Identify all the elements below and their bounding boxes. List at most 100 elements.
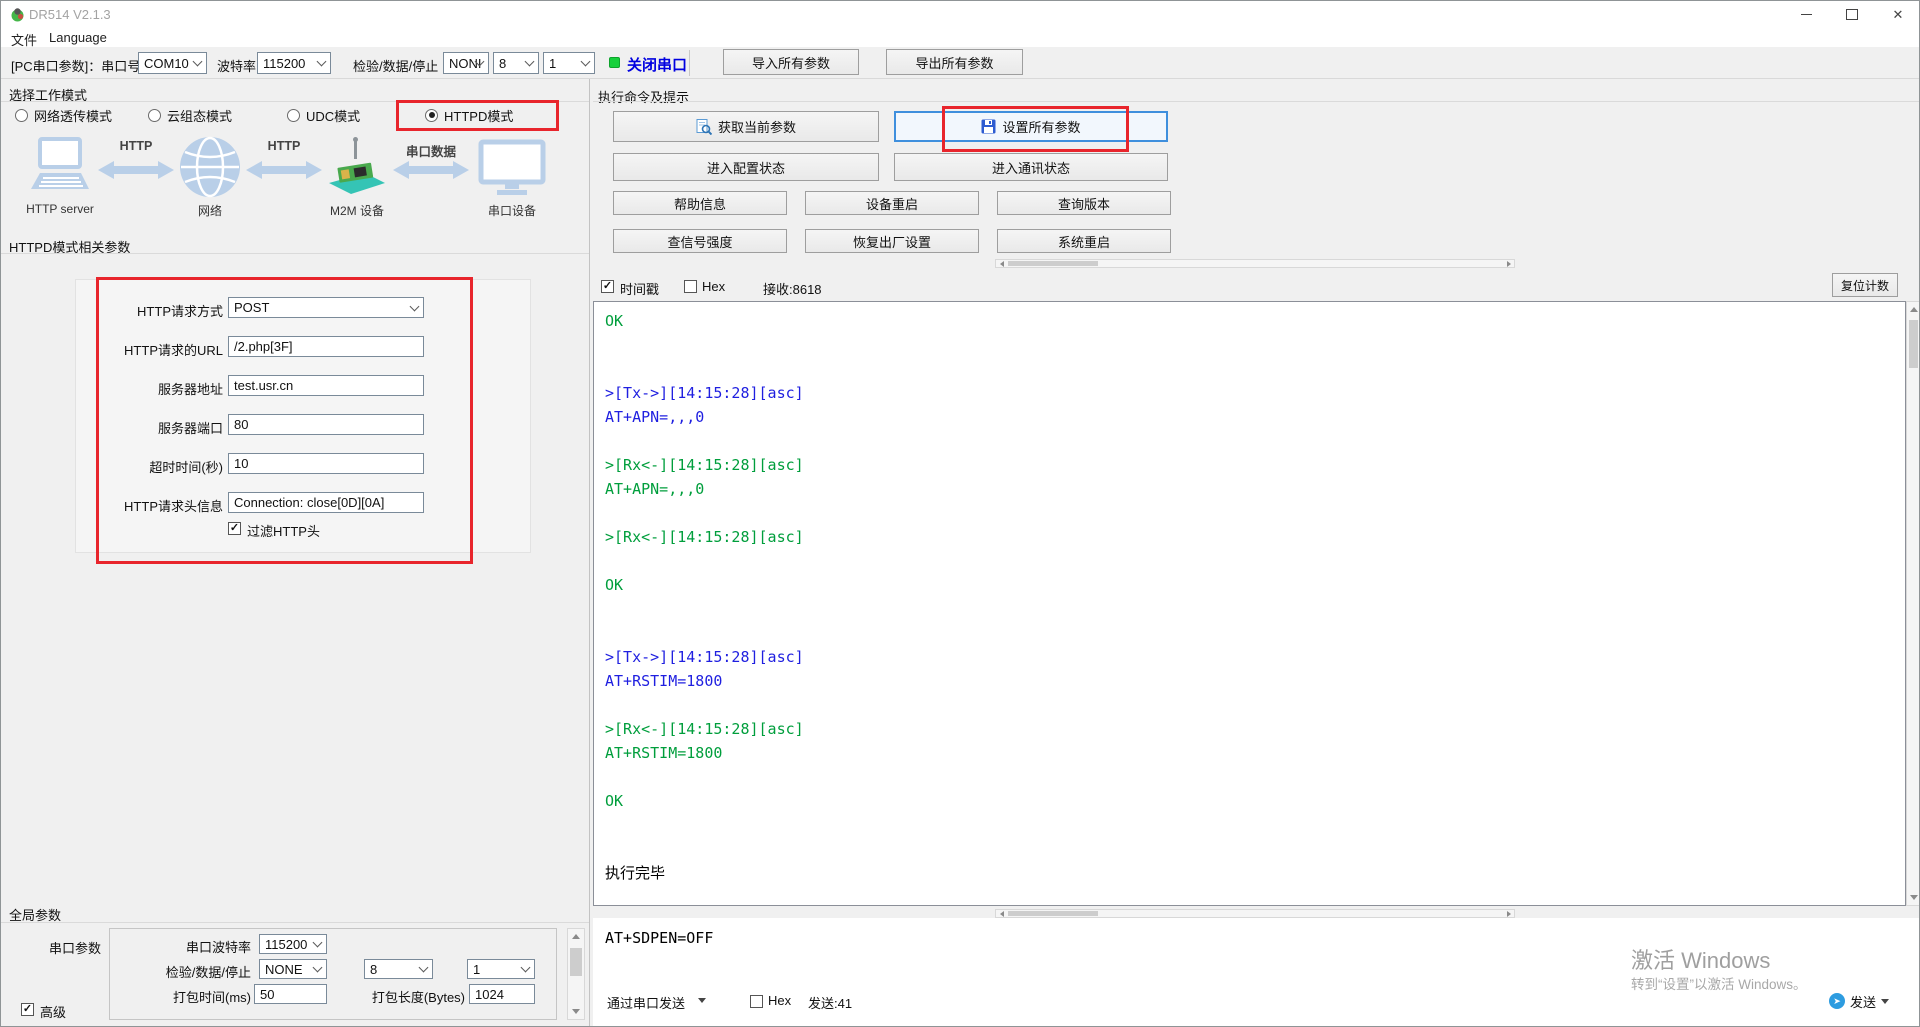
server-port-input[interactable]: 80 — [228, 414, 424, 435]
app-logo-icon — [11, 8, 24, 22]
gp-parity-value: NONE — [265, 961, 303, 977]
node-label-serial-device: 串口设备 — [487, 204, 536, 218]
filter-http-checkbox[interactable]: ✓ — [228, 522, 241, 535]
http-header-value: Connection: close[0D][0A] — [234, 495, 385, 510]
received-counter: 接收:8618 — [763, 282, 822, 297]
device-restart-label: 设备重启 — [865, 196, 918, 212]
scroll-thumb[interactable] — [1909, 320, 1918, 368]
minimize-icon — [1800, 14, 1812, 15]
stopbits-select[interactable]: 1 — [543, 52, 595, 74]
baud-select[interactable]: 115200 — [257, 52, 331, 74]
scroll-right-icon[interactable] — [1504, 260, 1513, 267]
import-all-button[interactable]: 导入所有参数 — [723, 49, 859, 75]
export-all-button[interactable]: 导出所有参数 — [886, 49, 1023, 75]
app-window: DR514 V2.1.3 ✕ 文件 Language [PC串口参数]：串口号 … — [0, 0, 1920, 1027]
scroll-thumb[interactable] — [1008, 911, 1098, 916]
advanced-label: 高级 — [40, 1005, 67, 1020]
log-hex-checkbox[interactable] — [684, 280, 697, 293]
panel-divider — [589, 79, 590, 1026]
menu-language[interactable]: Language — [45, 30, 111, 45]
databits-select[interactable]: 8 — [493, 52, 539, 74]
gp-pack-len-input[interactable]: 1024 — [469, 984, 535, 1004]
save-floppy-icon — [981, 119, 996, 134]
scroll-left-icon[interactable] — [997, 260, 1006, 267]
com-port-value: COM10 — [144, 55, 189, 71]
close-button[interactable]: ✕ — [1875, 1, 1919, 28]
filter-http-label: 过滤HTTP头 — [247, 524, 320, 539]
gp-databits-value: 8 — [370, 961, 378, 977]
parity-select[interactable]: NONI — [443, 52, 489, 74]
help-label: 帮助信息 — [673, 196, 726, 212]
radio-httpd-mode[interactable]: HTTPD模式 — [425, 107, 514, 124]
log-vertical-scrollbar[interactable] — [1906, 301, 1919, 906]
http-url-input[interactable]: /2.php[3F] — [228, 336, 424, 357]
advanced-checkbox[interactable]: ✓ — [21, 1003, 34, 1016]
timestamp-label: 时间戳 — [620, 282, 660, 297]
log-lines: OK >[Tx->][14:15:28][asc] AT+APN=,,,0 >[Rx<… — [605, 312, 804, 882]
field-label-server-address: 服务器地址 — [157, 382, 223, 397]
import-all-label: 导入所有参数 — [751, 55, 830, 71]
radio-net-transparent[interactable]: 网络透传模式 — [15, 107, 112, 124]
send-hex-checkbox[interactable] — [750, 995, 763, 1008]
scroll-down-icon[interactable] — [1907, 890, 1919, 905]
http-header-input[interactable]: Connection: close[0D][0A] — [228, 492, 424, 513]
windows-activation-watermark-sub: 转到“设置”以激活 Windows。 — [1631, 977, 1807, 992]
enter-config-button[interactable]: 进入配置状态 — [613, 153, 879, 181]
send-via-caret-icon[interactable] — [698, 998, 706, 1003]
close-port-button[interactable]: 关闭串口 — [627, 54, 687, 75]
log-top-scrollbar[interactable] — [995, 259, 1515, 268]
get-params-button[interactable]: 获取当前参数 — [613, 111, 879, 142]
scroll-thumb[interactable] — [570, 948, 582, 976]
send-via-serial-dropdown[interactable]: 通过串口发送 — [607, 993, 685, 1012]
httpd-panel-underline — [1, 253, 589, 254]
field-label-timeout: 超时时间(秒) — [149, 460, 223, 475]
scroll-thumb[interactable] — [1008, 261, 1098, 266]
gp-baud-select[interactable]: 115200 — [259, 934, 327, 954]
gp-baud-label: 串口波特率 — [185, 940, 251, 955]
radio-label: HTTPD模式 — [444, 108, 514, 124]
server-address-input[interactable]: test.usr.cn — [228, 375, 424, 396]
scroll-up-icon[interactable] — [1907, 302, 1919, 317]
com-port-select[interactable]: COM10 — [138, 52, 207, 74]
gp-pack-time-input[interactable]: 50 — [254, 984, 327, 1004]
global-params-underline — [1, 922, 589, 923]
send-button-label: 发送 — [1850, 994, 1877, 1010]
maximize-button[interactable] — [1829, 1, 1875, 28]
gp-stopbits-select[interactable]: 1 — [467, 959, 535, 979]
set-params-button[interactable]: 设置所有参数 — [894, 111, 1168, 142]
system-restart-button[interactable]: 系统重启 — [997, 229, 1171, 253]
scroll-up-icon[interactable] — [568, 929, 584, 944]
timestamp-checkbox[interactable]: ✓ — [601, 280, 614, 293]
factory-reset-button[interactable]: 恢复出厂设置 — [805, 229, 979, 253]
query-signal-label: 查信号强度 — [667, 234, 733, 250]
query-signal-button[interactable]: 查信号强度 — [613, 229, 787, 253]
send-caret-icon[interactable] — [1881, 998, 1890, 1004]
radio-cloud-scada[interactable]: 云组态模式 — [148, 107, 232, 124]
server-address-value: test.usr.cn — [234, 378, 294, 393]
gp-databits-select[interactable]: 8 — [364, 959, 433, 979]
query-version-button[interactable]: 查询版本 — [997, 191, 1171, 215]
gp-pack-len-value: 1024 — [475, 986, 504, 1002]
timeout-input[interactable]: 10 — [228, 453, 424, 474]
gp-stopbits-value: 1 — [473, 961, 481, 977]
scroll-right-icon[interactable] — [1504, 910, 1513, 917]
scroll-left-icon[interactable] — [997, 910, 1006, 917]
field-label-http-url: HTTP请求的URL — [124, 343, 223, 358]
minimize-button[interactable] — [1783, 1, 1829, 28]
help-button[interactable]: 帮助信息 — [613, 191, 787, 215]
send-button[interactable]: ➤ 发送 — [1829, 987, 1907, 1015]
get-params-label: 获取当前参数 — [717, 120, 796, 135]
window-title: DR514 V2.1.3 — [29, 7, 111, 22]
toolbar-divider — [689, 50, 690, 76]
reset-count-button[interactable]: 复位计数 — [1832, 273, 1898, 297]
enter-comm-button[interactable]: 进入通讯状态 — [894, 153, 1168, 181]
gp-parity-select[interactable]: NONE — [259, 959, 327, 979]
device-restart-button[interactable]: 设备重启 — [805, 191, 979, 215]
radio-udc-mode[interactable]: UDC模式 — [287, 107, 360, 124]
radio-icon — [148, 108, 161, 122]
scroll-down-icon[interactable] — [568, 1004, 584, 1019]
http-method-select[interactable]: POST — [228, 297, 424, 318]
log-bottom-scrollbar[interactable] — [995, 909, 1515, 918]
send-text[interactable]: AT+SDPEN=OFF — [605, 929, 713, 947]
global-params-scrollbar[interactable] — [567, 928, 585, 1020]
